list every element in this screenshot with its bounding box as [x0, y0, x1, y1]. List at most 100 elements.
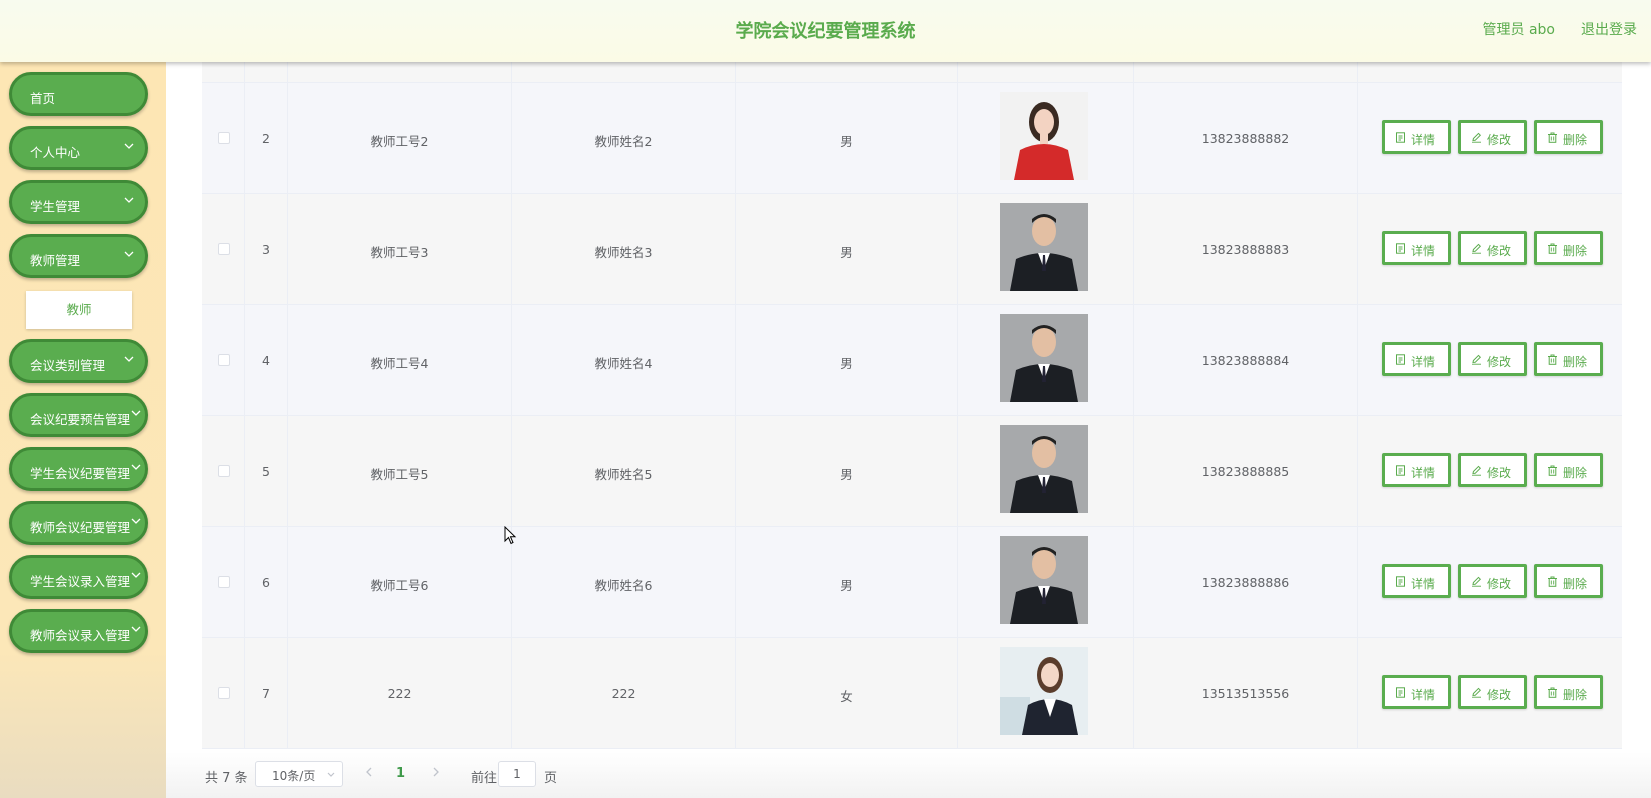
table-row: 4 教师工号4 教师姓名4 男 13823888884 详情 修改 删除 — [202, 305, 1622, 416]
teacher-name-cell: 教师姓名6 — [512, 527, 736, 638]
document-icon — [1396, 132, 1405, 143]
teacher-name: 教师姓名3 — [594, 245, 653, 260]
teacher-gender: 男 — [840, 467, 853, 482]
gender-cell: 男 — [736, 416, 958, 527]
photo-cell — [958, 305, 1134, 416]
delete-button-label: 删除 — [1563, 133, 1588, 147]
delete-button[interactable]: 删除 — [1534, 564, 1603, 598]
table-row: 5 教师工号5 教师姓名5 男 13823888885 详情 修改 删除 — [202, 416, 1622, 527]
document-icon — [1396, 243, 1405, 254]
sidebar-item-label: 学生管理 — [30, 199, 81, 214]
detail-button[interactable]: 详情 — [1382, 120, 1451, 154]
page-size-value: 10条/页 — [272, 769, 316, 783]
sidebar-subitem-teacher[interactable]: 教师 — [26, 291, 132, 329]
detail-button-label: 详情 — [1411, 355, 1436, 369]
detail-button-label: 详情 — [1411, 244, 1436, 258]
row-checkbox[interactable] — [218, 465, 230, 477]
sidebar-item-teacher-management[interactable]: 教师管理 — [9, 234, 148, 278]
detail-button[interactable]: 详情 — [1382, 342, 1451, 376]
sidebar-item-label: 会议纪要预告管理 — [30, 412, 131, 427]
gender-cell: 男 — [736, 527, 958, 638]
teacher-gender: 男 — [840, 245, 853, 260]
sidebar-item-home[interactable]: 首页 — [9, 72, 148, 116]
chevron-down-icon — [124, 143, 134, 149]
row-checkbox[interactable] — [218, 132, 230, 144]
sidebar-item-teacher-minutes[interactable]: 教师会议纪要管理 — [9, 501, 148, 545]
edit-button[interactable]: 修改 — [1458, 675, 1527, 709]
photo-cell — [958, 638, 1134, 749]
teacher-id: 教师工号5 — [370, 467, 429, 482]
page-size-select[interactable]: 10条/页 — [255, 761, 343, 787]
chevron-down-icon — [131, 464, 141, 470]
edit-icon — [1472, 687, 1482, 698]
edit-button[interactable]: 修改 — [1458, 231, 1527, 265]
logout-link[interactable]: 退出登录 — [1581, 19, 1637, 39]
teacher-gender: 男 — [840, 356, 853, 371]
trash-icon — [1548, 132, 1557, 143]
edit-button[interactable]: 修改 — [1458, 453, 1527, 487]
index-cell: 2 — [245, 83, 288, 194]
photo-cell — [958, 83, 1134, 194]
pagination-total: 共 7 条 — [205, 771, 248, 786]
teacher-table: 2 教师工号2 教师姓名2 男 13823888882 详情 修改 删除 3 教师工号3 教师姓名3… — [202, 62, 1622, 752]
delete-button-label: 删除 — [1563, 244, 1588, 258]
sidebar-item-minutes-preview[interactable]: 会议纪要预告管理 — [9, 393, 148, 437]
detail-button-label: 详情 — [1411, 466, 1436, 480]
teacher-name-cell: 222 — [512, 638, 736, 749]
sidebar-item-meeting-category[interactable]: 会议类别管理 — [9, 339, 148, 383]
delete-button-label: 删除 — [1563, 688, 1588, 702]
detail-button[interactable]: 详情 — [1382, 564, 1451, 598]
sidebar-item-label: 教师管理 — [30, 253, 81, 268]
row-index: 2 — [262, 131, 270, 146]
row-checkbox[interactable] — [218, 243, 230, 255]
row-index: 7 — [262, 686, 270, 701]
sidebar-item-personal-center[interactable]: 个人中心 — [9, 126, 148, 170]
delete-button[interactable]: 删除 — [1534, 231, 1603, 265]
teacher-id-cell: 222 — [288, 638, 512, 749]
sidebar-item-teacher-entry[interactable]: 教师会议录入管理 — [9, 609, 148, 653]
sidebar-item-label: 会议类别管理 — [30, 358, 106, 373]
sidebar-item-student-entry[interactable]: 学生会议录入管理 — [9, 555, 148, 599]
sidebar-item-student-minutes[interactable]: 学生会议纪要管理 — [9, 447, 148, 491]
detail-button[interactable]: 详情 — [1382, 453, 1451, 487]
row-index: 4 — [262, 353, 270, 368]
document-icon — [1396, 576, 1405, 587]
document-icon — [1396, 465, 1405, 476]
teacher-name: 222 — [611, 686, 636, 701]
teacher-gender: 女 — [840, 689, 853, 704]
chevron-down-icon — [124, 251, 134, 257]
row-checkbox[interactable] — [218, 576, 230, 588]
teacher-name: 教师姓名5 — [594, 467, 653, 482]
edit-button[interactable]: 修改 — [1458, 120, 1527, 154]
delete-button[interactable]: 删除 — [1534, 453, 1603, 487]
index-cell: 3 — [245, 194, 288, 305]
row-checkbox[interactable] — [218, 354, 230, 366]
delete-button[interactable]: 删除 — [1534, 342, 1603, 376]
delete-button[interactable]: 删除 — [1534, 120, 1603, 154]
teacher-phone: 13823888886 — [1201, 575, 1290, 590]
table-row: 6 教师工号6 教师姓名6 男 13823888886 详情 修改 删除 — [202, 527, 1622, 638]
detail-button[interactable]: 详情 — [1382, 675, 1451, 709]
delete-button[interactable]: 删除 — [1534, 675, 1603, 709]
row-checkbox[interactable] — [218, 687, 230, 699]
index-cell: 5 — [245, 416, 288, 527]
sidebar-item-label: 首页 — [30, 91, 56, 106]
next-page-icon[interactable] — [430, 765, 442, 779]
edit-icon — [1472, 465, 1482, 476]
teacher-name: 教师姓名2 — [594, 134, 653, 149]
pagination-bar: 共 7 条 10条/页 1 前往 页 — [166, 752, 1651, 798]
goto-page-input[interactable] — [498, 761, 536, 787]
edit-button[interactable]: 修改 — [1458, 342, 1527, 376]
teacher-id-cell: 教师工号6 — [288, 527, 512, 638]
edit-button[interactable]: 修改 — [1458, 564, 1527, 598]
teacher-id: 222 — [387, 686, 412, 701]
detail-button[interactable]: 详情 — [1382, 231, 1451, 265]
prev-page-icon[interactable] — [363, 765, 375, 779]
chevron-down-icon — [131, 572, 141, 578]
sidebar-item-label: 个人中心 — [30, 145, 81, 160]
page-number-current[interactable]: 1 — [396, 766, 405, 781]
document-icon — [1396, 354, 1405, 365]
sidebar-item-student-management[interactable]: 学生管理 — [9, 180, 148, 224]
detail-button-label: 详情 — [1411, 577, 1436, 591]
trash-icon — [1548, 576, 1557, 587]
